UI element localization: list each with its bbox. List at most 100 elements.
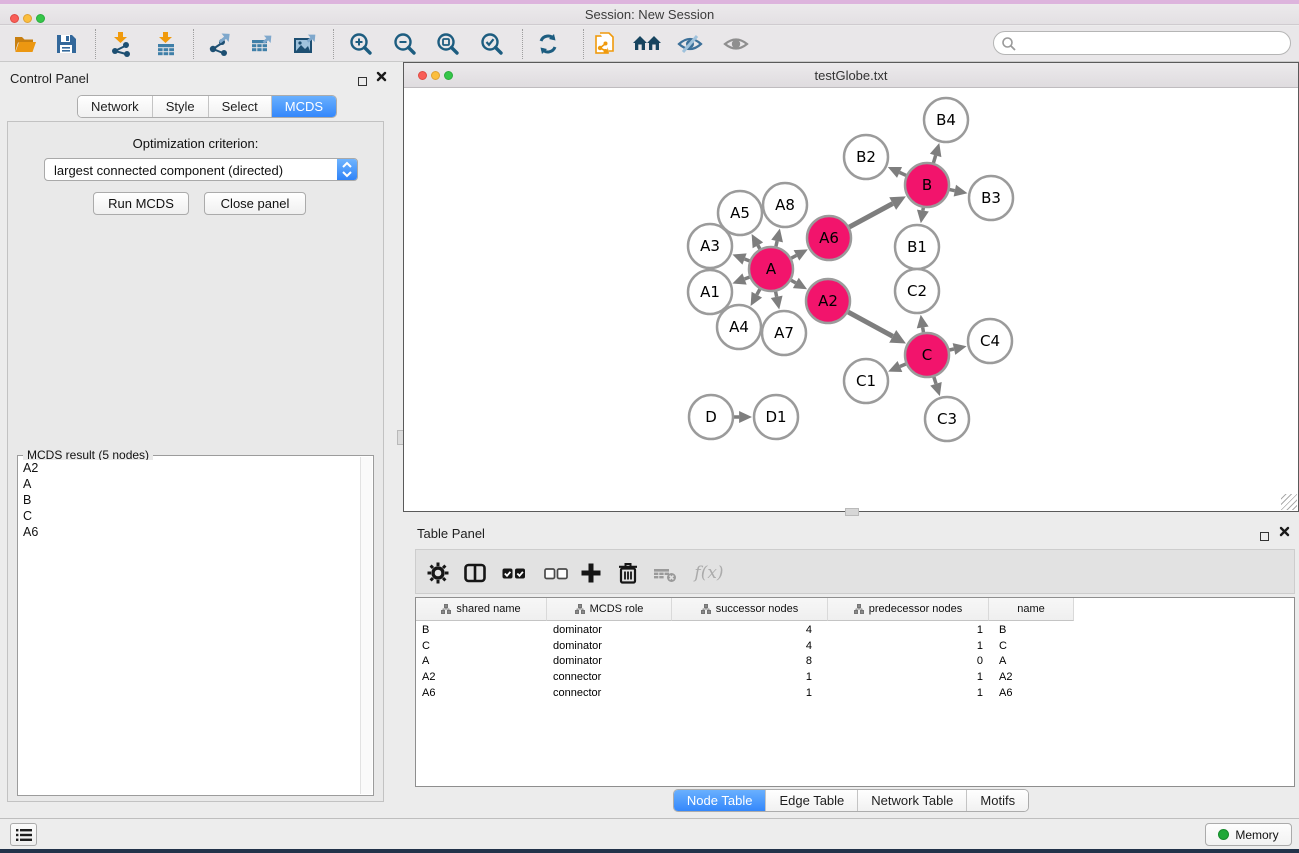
network-graph[interactable]: B4B2BB3A8A5A6A3B1AA1C2A2A4A7C4CC1C3DD1	[404, 88, 1298, 511]
tab-motifs[interactable]: Motifs	[966, 790, 1028, 811]
graph-node-A8[interactable]: A8	[763, 183, 807, 227]
hide-panels-button[interactable]	[675, 30, 705, 58]
node-table[interactable]: shared nameMCDS rolesuccessor nodesprede…	[415, 597, 1295, 787]
zoom-selected-button[interactable]	[477, 30, 507, 58]
graph-edge-A-A7[interactable]	[776, 292, 777, 297]
mcds-result-item[interactable]: C	[19, 508, 360, 524]
graph-node-C3[interactable]: C3	[925, 397, 969, 441]
graph-edge-A-A8[interactable]	[776, 241, 777, 246]
graph-node-A4[interactable]: A4	[717, 305, 761, 349]
tab-node-table[interactable]: Node Table	[674, 790, 766, 811]
column-header-predecessor-nodes[interactable]: predecessor nodes	[828, 598, 989, 621]
window-resize-grip[interactable]	[1281, 494, 1297, 510]
import-table-button[interactable]	[151, 30, 181, 58]
graph-node-A1[interactable]: A1	[688, 270, 732, 314]
graph-node-D[interactable]: D	[689, 395, 733, 439]
graph-edge-A6-B[interactable]	[849, 204, 892, 228]
zoom-in-button[interactable]	[346, 30, 376, 58]
graph-node-B1[interactable]: B1	[895, 225, 939, 269]
memory-button[interactable]: Memory	[1205, 823, 1292, 846]
graph-edge-A2-C[interactable]	[848, 312, 893, 336]
table-cell[interactable]: A	[989, 654, 1074, 670]
table-cell[interactable]: 4	[672, 639, 828, 655]
table-cell[interactable]: 8	[672, 654, 828, 670]
table-cell[interactable]: connector	[547, 686, 672, 702]
tab-network-table[interactable]: Network Table	[857, 790, 966, 811]
graph-edge-C-C2[interactable]	[923, 327, 924, 332]
show-column-panel-button[interactable]	[460, 558, 490, 588]
mcds-result-scrollbar[interactable]	[360, 457, 372, 794]
create-column-button[interactable]	[576, 558, 606, 588]
graph-node-A3[interactable]: A3	[688, 224, 732, 268]
graph-node-B2[interactable]: B2	[844, 135, 888, 179]
graph-node-B4[interactable]: B4	[924, 98, 968, 142]
export-network-button[interactable]	[204, 30, 234, 58]
table-cell[interactable]: 1	[828, 639, 989, 655]
search-field[interactable]	[993, 31, 1291, 55]
table-cell[interactable]: B	[989, 623, 1074, 639]
column-header-shared-name[interactable]: shared name	[416, 598, 547, 621]
table-cell[interactable]: A6	[416, 686, 547, 702]
delete-column-button[interactable]	[613, 558, 643, 588]
table-cell[interactable]: A	[416, 654, 547, 670]
float-panel-button[interactable]	[358, 73, 367, 91]
delete-table-button[interactable]	[650, 558, 680, 588]
show-panels-eye-button[interactable]	[721, 30, 751, 58]
table-cell[interactable]: A2	[416, 670, 547, 686]
optimization-criterion-select[interactable]: largest connected component (directed)	[44, 158, 358, 181]
export-table-button[interactable]	[247, 30, 277, 58]
table-cell[interactable]: B	[416, 623, 547, 639]
table-cell[interactable]: C	[416, 639, 547, 655]
first-steps-button[interactable]	[632, 30, 662, 58]
table-settings-button[interactable]	[423, 558, 453, 588]
tab-mcds[interactable]: MCDS	[271, 96, 336, 117]
column-header-name[interactable]: name	[989, 598, 1074, 621]
graph-edge-B-B2[interactable]	[900, 172, 907, 175]
table-row[interactable]: Bdominator41B	[416, 623, 1294, 639]
apply-function-button[interactable]: f(x)	[689, 558, 729, 588]
graph-node-A[interactable]: A	[749, 247, 793, 291]
export-image-button[interactable]	[290, 30, 320, 58]
select-all-columns-button[interactable]	[499, 558, 529, 588]
graph-edge-A-A4[interactable]	[757, 289, 760, 295]
graph-edge-A-A5[interactable]	[758, 245, 760, 249]
table-cell[interactable]: 1	[672, 670, 828, 686]
table-close-panel-button[interactable]	[1279, 526, 1290, 537]
table-row[interactable]: Cdominator41C	[416, 639, 1294, 655]
graph-edge-B-B4[interactable]	[933, 155, 935, 163]
graph-node-C[interactable]: C	[905, 333, 949, 377]
graph-node-C1[interactable]: C1	[844, 359, 888, 403]
close-panel-button[interactable]	[376, 71, 387, 82]
table-cell[interactable]: C	[989, 639, 1074, 655]
deselect-all-columns-button[interactable]	[541, 558, 571, 588]
mcds-result-item[interactable]: A	[19, 476, 360, 492]
search-input[interactable]	[1020, 33, 1284, 53]
table-row[interactable]: A2connector11A2	[416, 670, 1294, 686]
graph-edge-A-A1[interactable]	[745, 277, 750, 279]
graph-edge-A-A2[interactable]	[791, 280, 796, 283]
table-cell[interactable]: dominator	[547, 623, 672, 639]
table-row[interactable]: Adominator80A	[416, 654, 1294, 670]
close-panel-button-mcds[interactable]: Close panel	[204, 192, 306, 215]
tab-network[interactable]: Network	[78, 96, 152, 117]
mcds-result-list[interactable]: A2ABCA6	[19, 460, 360, 794]
graph-node-B3[interactable]: B3	[969, 176, 1013, 220]
column-header-mcds-role[interactable]: MCDS role	[547, 598, 672, 621]
graph-node-A7[interactable]: A7	[762, 311, 806, 355]
graph-edge-B-B3[interactable]	[950, 190, 955, 191]
mcds-result-item[interactable]: A2	[19, 460, 360, 476]
tab-select[interactable]: Select	[208, 96, 271, 117]
graph-node-A6[interactable]: A6	[807, 216, 851, 260]
graph-edge-A-A3[interactable]	[745, 259, 750, 261]
network-canvas[interactable]: B4B2BB3A8A5A6A3B1AA1C2A2A4A7C4CC1C3DD1	[404, 88, 1298, 511]
graph-edge-C-C4[interactable]	[949, 349, 954, 350]
table-row[interactable]: A6connector11A6	[416, 686, 1294, 702]
table-cell[interactable]: 0	[828, 654, 989, 670]
table-cell[interactable]: dominator	[547, 639, 672, 655]
graph-edge-C-C3[interactable]	[934, 377, 936, 384]
mcds-result-item[interactable]: B	[19, 492, 360, 508]
graph-node-C4[interactable]: C4	[968, 319, 1012, 363]
graph-node-D1[interactable]: D1	[754, 395, 798, 439]
new-session-button[interactable]	[590, 30, 620, 58]
table-cell[interactable]: 1	[828, 623, 989, 639]
